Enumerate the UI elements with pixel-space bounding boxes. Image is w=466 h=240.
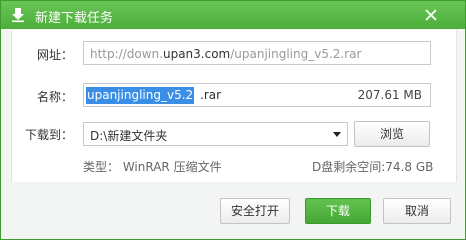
download-arrow-icon [12,8,24,23]
dir-label: 下载到： [24,128,73,142]
new-download-dialog: 新建下载任务 网址： http://down.upan3.com/upanjin… [0,0,466,240]
download-button[interactable]: 下载 [305,198,371,224]
filename-extension: .rar [200,88,222,102]
filename-selected-text: upanjingling_v5.2 [86,87,195,104]
file-size: 207.61 MB [357,88,422,102]
title-bar: 新建下载任务 [1,1,465,29]
url-input[interactable]: http://down.upan3.com/upanjingling_v5.2.… [83,41,431,65]
url-value: http://down.upan3.com/upanjingling_v5.2.… [90,47,362,61]
chevron-down-icon[interactable] [333,132,341,137]
name-label: 名称： [36,90,73,104]
filename-input[interactable]: upanjingling_v5.2 .rar 207.61 MB [83,83,431,107]
free-space-info: D盘剩余空间:74.8 GB [312,160,434,174]
save-dir-select[interactable]: D:\新建文件夹 [83,122,348,146]
safe-open-button[interactable]: 安全打开 [220,198,290,224]
file-type-info: 类型： WinRAR 压缩文件 [83,160,222,174]
url-label: 网址： [36,48,73,62]
browse-button[interactable]: 浏览 [354,121,430,147]
save-dir-value: D:\新建文件夹 [90,129,168,143]
dialog-title: 新建下载任务 [35,11,114,26]
close-icon[interactable] [422,6,440,24]
cancel-button[interactable]: 取消 [383,198,451,224]
